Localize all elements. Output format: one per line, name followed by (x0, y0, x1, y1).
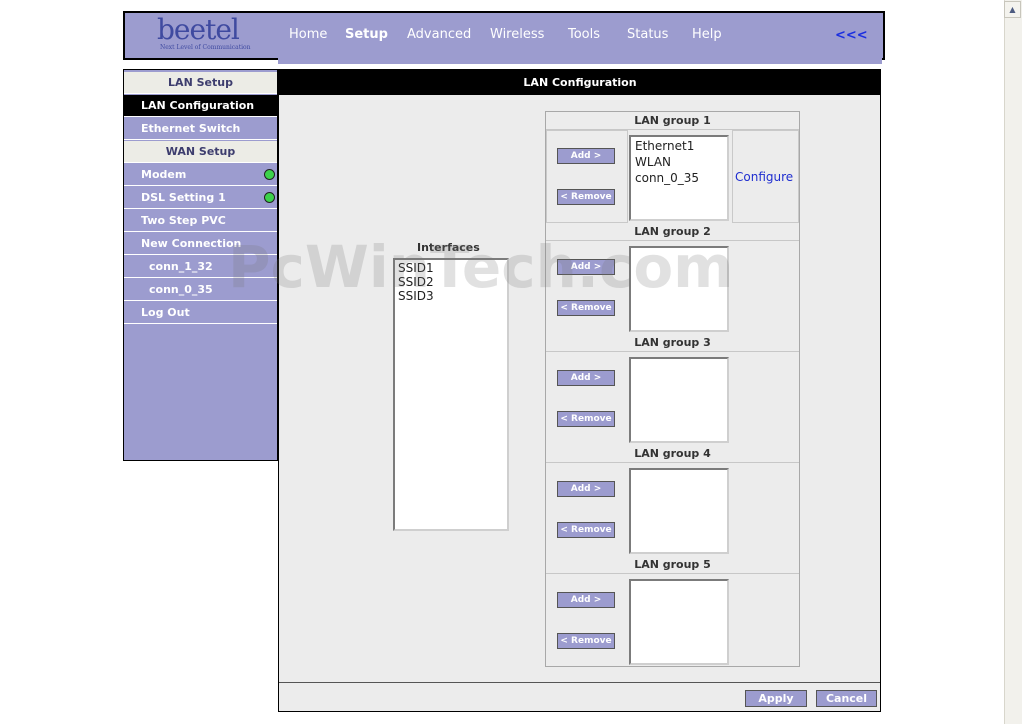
lan-group-3-title: LAN group 3 (546, 334, 799, 352)
sidebar-section-wan-setup: WAN Setup (124, 141, 277, 163)
sidebar: LAN Setup LAN Configuration Ethernet Swi… (123, 69, 278, 461)
lan-group-2-title: LAN group 2 (546, 223, 799, 241)
configure-link[interactable]: Configure (735, 170, 793, 184)
nav-setup[interactable]: Setup (345, 27, 388, 42)
sidebar-item-conn-0-35[interactable]: conn_0_35 (124, 279, 277, 301)
lan-group-2-remove-button[interactable]: < Remove (557, 300, 615, 316)
lan-group-3-add-button[interactable]: Add > (557, 370, 615, 386)
lan-group-3-remove-button[interactable]: < Remove (557, 411, 615, 427)
sidebar-item-two-step-pvc[interactable]: Two Step PVC (124, 210, 277, 232)
lan-group-4-remove-button[interactable]: < Remove (557, 522, 615, 538)
footer-divider (279, 682, 880, 683)
apply-button[interactable]: Apply (745, 690, 807, 707)
sidebar-section-lan-setup: LAN Setup (124, 72, 277, 94)
sidebar-item-conn-1-32[interactable]: conn_1_32 (124, 256, 277, 278)
lan-group-1-add-button[interactable]: Add > (557, 148, 615, 164)
sidebar-item-dsl-setting-1[interactable]: DSL Setting 1 (124, 187, 277, 209)
sidebar-item-lan-configuration[interactable]: LAN Configuration (124, 95, 277, 117)
status-green-icon (264, 169, 275, 180)
nav-wireless[interactable]: Wireless (490, 27, 544, 42)
lan-group-2-listbox[interactable] (629, 246, 729, 332)
interfaces-label: Interfaces (417, 241, 480, 254)
beetel-logo: beetel Next Level of Communication (157, 13, 257, 55)
top-header: beetel Next Level of Communication Home … (123, 11, 885, 60)
lan-group-1-remove-button[interactable]: < Remove (557, 189, 615, 205)
lan-groups-table: LAN group 1 Add > < Remove Ethernet1 WLA… (545, 111, 800, 667)
lan-group-1-member[interactable]: conn_0_35 (635, 170, 723, 186)
collapse-menu-link[interactable]: <<< (835, 28, 868, 43)
lan-group-4-title: LAN group 4 (546, 445, 799, 463)
nav-help[interactable]: Help (692, 27, 722, 42)
lan-group-5-remove-button[interactable]: < Remove (557, 633, 615, 649)
nav-home[interactable]: Home (289, 27, 327, 42)
sidebar-item-log-out[interactable]: Log Out (124, 302, 277, 324)
interface-option[interactable]: SSID3 (398, 289, 504, 303)
interfaces-listbox[interactable]: SSID1 SSID2 SSID3 (393, 258, 509, 531)
nav-tools[interactable]: Tools (568, 27, 600, 42)
nav-status[interactable]: Status (627, 27, 668, 42)
sidebar-item-ethernet-switch[interactable]: Ethernet Switch (124, 118, 277, 140)
page-title: LAN Configuration (279, 70, 881, 95)
status-green-icon (264, 192, 275, 203)
logo-tagline: Next Level of Communication (160, 44, 251, 51)
lan-group-4-listbox[interactable] (629, 468, 729, 554)
lan-group-1-listbox[interactable]: Ethernet1 WLAN conn_0_35 (629, 135, 729, 221)
lan-group-3-listbox[interactable] (629, 357, 729, 443)
interface-option[interactable]: SSID2 (398, 275, 504, 289)
nav-advanced[interactable]: Advanced (407, 27, 471, 42)
lan-group-5-add-button[interactable]: Add > (557, 592, 615, 608)
sidebar-item-modem[interactable]: Modem (124, 164, 277, 186)
lan-group-5-title: LAN group 5 (546, 556, 799, 574)
interface-option[interactable]: SSID1 (398, 261, 504, 275)
logo-wordmark: beetel (157, 13, 240, 46)
lan-group-1-title: LAN group 1 (546, 112, 799, 130)
lan-group-4-add-button[interactable]: Add > (557, 481, 615, 497)
vertical-scrollbar[interactable]: ▲ (1004, 0, 1022, 724)
main-panel: LAN Configuration Interfaces SSID1 SSID2… (278, 69, 881, 712)
lan-group-1-member[interactable]: WLAN (635, 154, 723, 170)
main-top-band (278, 56, 882, 64)
lan-group-1-member[interactable]: Ethernet1 (635, 138, 723, 154)
lan-group-2-add-button[interactable]: Add > (557, 259, 615, 275)
scroll-up-arrow-icon[interactable]: ▲ (1004, 1, 1021, 18)
lan-group-5-listbox[interactable] (629, 579, 729, 665)
sidebar-item-new-connection[interactable]: New Connection (124, 233, 277, 255)
lan-group-1-button-cell (546, 130, 628, 223)
cancel-button[interactable]: Cancel (816, 690, 877, 707)
